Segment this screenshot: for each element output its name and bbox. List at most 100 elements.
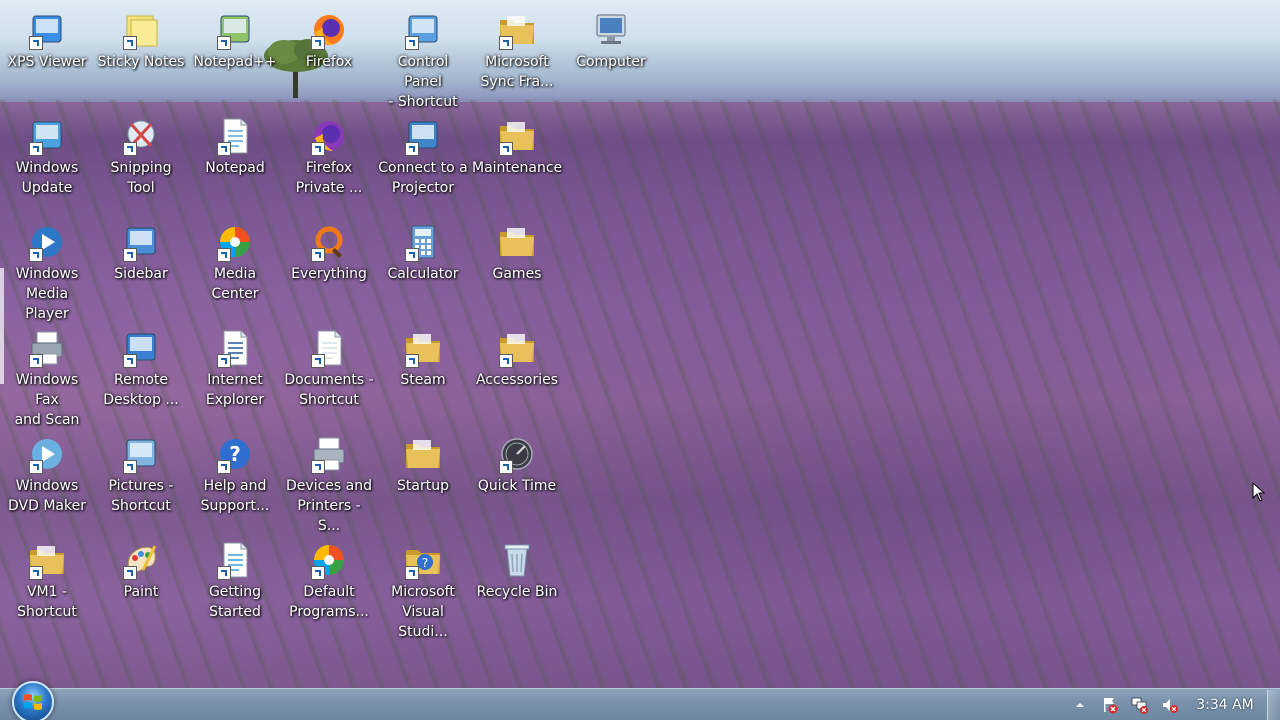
desktop-icon-notepad-plus-plus[interactable]: Notepad++ — [188, 2, 282, 102]
folder-icon — [403, 328, 443, 368]
shortcut-arrow-icon — [499, 142, 513, 156]
firefox-private-icon — [309, 116, 349, 156]
shortcut-arrow-icon — [217, 248, 231, 262]
shortcut-arrow-icon — [311, 142, 325, 156]
desktop-icon-paint[interactable]: Paint — [94, 532, 188, 632]
desktop-icon-remote-desktop[interactable]: Remote Desktop ... — [94, 320, 188, 420]
shortcut-arrow-icon — [499, 354, 513, 368]
shortcut-arrow-icon — [123, 460, 137, 474]
desktop-icon-label: Windows Update — [15, 160, 79, 196]
desktop-icon-label: Documents - Shortcut — [284, 372, 374, 408]
recycle-bin-icon — [497, 540, 537, 580]
desktop-icon-windows-media-player[interactable]: Windows Media Player — [0, 214, 94, 322]
desktop-icon-notepad[interactable]: Notepad — [188, 108, 282, 208]
tray-action-center[interactable] — [1098, 693, 1122, 717]
shortcut-arrow-icon — [311, 460, 325, 474]
desktop-icon-windows-fax-and-scan[interactable]: Windows Fax and Scan — [0, 320, 94, 428]
help-icon: ? — [215, 434, 255, 474]
media-player-icon — [27, 222, 67, 262]
shortcut-arrow-icon — [405, 566, 419, 580]
desktop-icon-windows-dvd-maker[interactable]: Windows DVD Maker — [0, 426, 94, 526]
desktop-icon-everything[interactable]: Everything — [282, 214, 376, 314]
desktop-icon-label: Steam — [400, 372, 446, 388]
desktop-icon-label: Default Programs... — [289, 584, 369, 620]
desktop-icon-label: Firefox Private ... — [295, 160, 363, 196]
desktop-icon-accessories[interactable]: Accessories — [470, 320, 564, 420]
desktop-icon-firefox-private[interactable]: Firefox Private ... — [282, 108, 376, 208]
document-icon — [215, 328, 255, 368]
folder-icon — [497, 116, 537, 156]
desktop-icon-steam[interactable]: Steam — [376, 320, 470, 420]
desktop-icon-connect-to-projector[interactable]: Connect to a Projector — [376, 108, 470, 208]
desktop-icon-label: Maintenance — [472, 160, 563, 176]
desktop-icon-games[interactable]: Games — [470, 214, 564, 314]
svg-text:?: ? — [422, 556, 428, 570]
show-desktop-button[interactable] — [1267, 690, 1280, 720]
shortcut-arrow-icon — [123, 566, 137, 580]
desktop-icon-label: Media Center — [211, 266, 259, 302]
folder-icon — [27, 540, 67, 580]
folder-icon — [497, 328, 537, 368]
folder-icon — [497, 222, 537, 262]
desktop-icon-label: Control Panel - Shortcut — [388, 54, 458, 110]
desktop-icon-label: Sidebar — [114, 266, 168, 282]
shortcut-arrow-icon — [29, 460, 43, 474]
desktop-icon-startup[interactable]: Startup — [376, 426, 470, 526]
desktop-icon-label: Help and Support... — [200, 478, 270, 514]
desktop-icon-vm1-shortcut[interactable]: VM1 - Shortcut — [0, 532, 94, 632]
desktop-icon-label: VM1 - Shortcut — [17, 584, 77, 620]
documents-icon — [309, 328, 349, 368]
desktop-icon-label: Devices and Printers - S... — [286, 478, 372, 534]
clock[interactable]: 3:34 AM — [1185, 697, 1265, 713]
desktop-icon-control-panel-shortcut[interactable]: Control Panel - Shortcut — [376, 2, 470, 110]
pictures-icon — [121, 434, 161, 474]
desktop-icon-help-and-support[interactable]: ? Help and Support... — [188, 426, 282, 526]
desktop-icon-getting-started[interactable]: Getting Started — [188, 532, 282, 632]
snipping-tool-icon — [121, 116, 161, 156]
desktop-icon-maintenance[interactable]: Maintenance — [470, 108, 564, 208]
desktop-icon-firefox[interactable]: Firefox — [282, 2, 376, 102]
printer-icon — [309, 434, 349, 474]
quicktime-icon — [497, 434, 537, 474]
desktop-icon-media-center[interactable]: Media Center — [188, 214, 282, 314]
windows-logo-icon — [24, 694, 42, 710]
desktop-icon-label: Everything — [291, 266, 367, 282]
desktop-icon-quick-time[interactable]: Quick Time — [470, 426, 564, 526]
desktop[interactable]: XPS Viewer Sticky Notes Notepad++ Firefo… — [0, 0, 1280, 720]
desktop-icon-devices-and-printers[interactable]: Devices and Printers - S... — [282, 426, 376, 534]
desktop-icon-sticky-notes[interactable]: Sticky Notes — [94, 2, 188, 102]
shortcut-arrow-icon — [29, 354, 43, 368]
desktop-icon-documents-shortcut[interactable]: Documents - Shortcut — [282, 320, 376, 420]
desktop-icon-microsoft-sync-framework[interactable]: Microsoft Sync Fra... — [470, 2, 564, 102]
desktop-icon-calculator[interactable]: Calculator — [376, 214, 470, 314]
help-folder-icon: ? — [403, 540, 443, 580]
desktop-icon-internet-explorer[interactable]: Internet Explorer — [188, 320, 282, 420]
desktop-icon-default-programs[interactable]: Default Programs... — [282, 532, 376, 632]
shortcut-arrow-icon — [29, 566, 43, 580]
desktop-icon-snipping-tool[interactable]: Snipping Tool — [94, 108, 188, 208]
desktop-icon-pictures-shortcut[interactable]: Pictures - Shortcut — [94, 426, 188, 526]
tray-network[interactable] — [1128, 693, 1152, 717]
desktop-icon-label: Microsoft Visual Studi... — [391, 584, 455, 640]
fax-icon — [27, 328, 67, 368]
windows-update-icon — [27, 116, 67, 156]
tray-show-hidden[interactable] — [1068, 693, 1092, 717]
desktop-icon-recycle-bin[interactable]: Recycle Bin — [470, 532, 564, 632]
tray-volume[interactable] — [1158, 693, 1182, 717]
shortcut-arrow-icon — [217, 142, 231, 156]
shortcut-arrow-icon — [311, 36, 325, 50]
desktop-icon-windows-update[interactable]: Windows Update — [0, 108, 94, 208]
shortcut-arrow-icon — [123, 142, 137, 156]
desktop-icon-label: Sticky Notes — [97, 54, 185, 70]
desktop-icon-computer[interactable]: Computer — [564, 2, 658, 102]
shortcut-arrow-icon — [405, 142, 419, 156]
desktop-icon-label: Pictures - Shortcut — [108, 478, 174, 514]
desktop-icon-microsoft-visual-studio[interactable]: ? Microsoft Visual Studi... — [376, 532, 470, 640]
desktop-icon-label: Paint — [123, 584, 159, 600]
shortcut-arrow-icon — [499, 36, 513, 50]
dvd-maker-icon — [27, 434, 67, 474]
start-button[interactable] — [12, 681, 54, 720]
desktop-icon-sidebar[interactable]: Sidebar — [94, 214, 188, 314]
firefox-icon — [309, 10, 349, 50]
desktop-icon-xps-viewer[interactable]: XPS Viewer — [0, 2, 94, 102]
